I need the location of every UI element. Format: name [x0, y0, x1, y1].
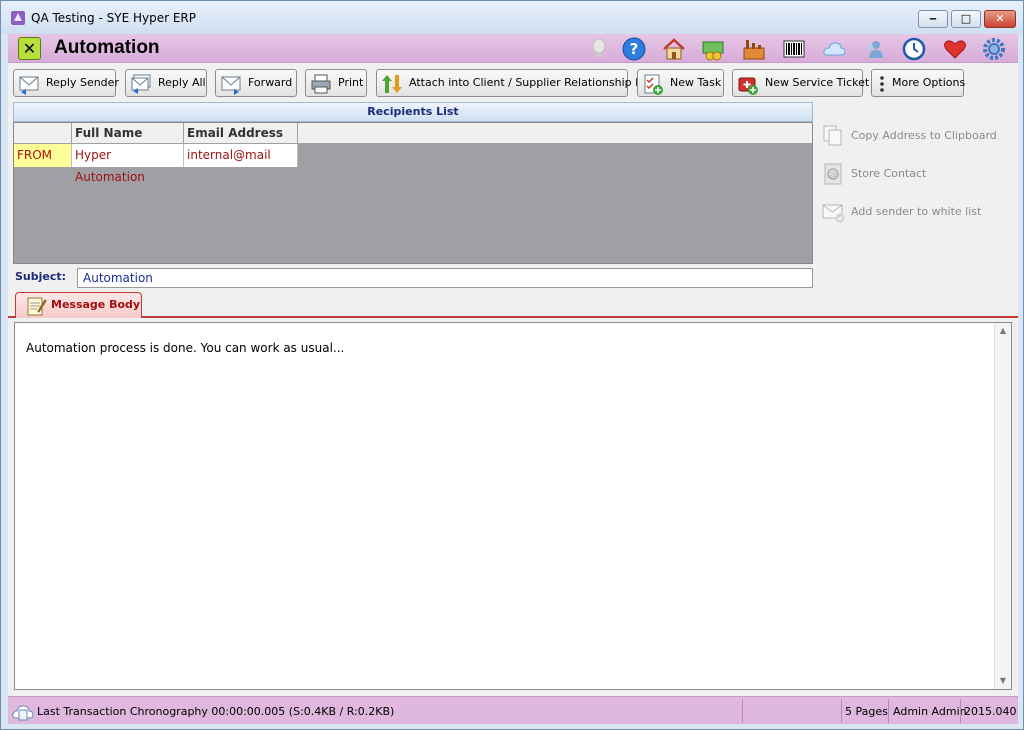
- status-separator: [888, 699, 889, 723]
- close-form-button[interactable]: ✕: [18, 37, 41, 60]
- help-icon[interactable]: ?: [621, 36, 647, 62]
- printer-icon: [311, 74, 331, 94]
- factory-icon[interactable]: [741, 36, 767, 62]
- more-options-label: More Options: [892, 76, 966, 89]
- window-title: QA Testing - SYE Hyper ERP: [31, 11, 196, 25]
- application-window: QA Testing - SYE Hyper ERP ‒ □ ✕ ✕ Autom…: [0, 0, 1024, 730]
- add-sender-whitelist-label: Add sender to white list: [851, 205, 982, 218]
- message-body-text: Automation process is done. You can work…: [26, 341, 345, 355]
- grid-header: Full Name Email Address: [14, 123, 812, 144]
- store-contact-button[interactable]: @ Store Contact: [822, 163, 1012, 185]
- copy-icon: [823, 125, 842, 146]
- lightbulb-icon[interactable]: [586, 36, 612, 62]
- status-chronography: Last Transaction Chronography 00:00:00.0…: [37, 705, 395, 718]
- clock-icon[interactable]: [901, 36, 927, 62]
- print-label: Print: [338, 76, 364, 89]
- reply-all-icon: [131, 74, 151, 94]
- new-service-ticket-button[interactable]: New Service Ticket: [732, 69, 869, 97]
- column-header-email-address[interactable]: Email Address: [184, 123, 298, 144]
- column-header-type[interactable]: [14, 123, 72, 144]
- envelope-check-icon: [822, 204, 845, 223]
- recipients-grid: Full Name Email Address FROM Hyper Autom…: [13, 122, 813, 264]
- heart-icon[interactable]: [942, 36, 968, 62]
- vertical-scrollbar[interactable]: ▲ ▼: [994, 323, 1011, 689]
- address-book-icon: @: [824, 163, 842, 185]
- maximize-icon: □: [960, 12, 972, 25]
- notepad-icon: [27, 297, 47, 316]
- copy-address-button[interactable]: Copy Address to Clipboard: [822, 125, 1012, 147]
- reply-sender-button[interactable]: Reply Sender: [13, 69, 119, 97]
- subject-label: Subject:: [15, 270, 67, 283]
- money-icon[interactable]: [700, 36, 726, 62]
- recipient-email-cell[interactable]: internal@mail: [184, 144, 298, 167]
- forward-envelope-icon: [221, 76, 241, 95]
- recipient-type-cell[interactable]: FROM: [14, 144, 72, 167]
- attach-label: Attach into Client / Supplier Relationsh…: [409, 76, 655, 89]
- cloud-document-icon: [12, 705, 34, 721]
- up-down-arrows-icon: [382, 75, 402, 93]
- form-header: ✕ Automation ?: [8, 34, 1018, 63]
- recipients-list-title: Recipients List: [13, 102, 813, 122]
- new-task-label: New Task: [670, 76, 722, 89]
- add-sender-whitelist-button[interactable]: Add sender to white list: [822, 201, 1012, 223]
- svg-text:?: ?: [630, 40, 639, 58]
- tab-message-body[interactable]: Message Body: [15, 292, 142, 318]
- users-icon[interactable]: [861, 36, 887, 62]
- toolbar: Reply Sender Reply All Forward Print Att…: [8, 68, 1018, 98]
- home-icon[interactable]: [661, 36, 687, 62]
- status-separator: [841, 699, 842, 723]
- subject-field[interactable]: Automation: [77, 268, 813, 288]
- client-area: ✕ Automation ? Reply Sender Reply All Fo…: [8, 34, 1018, 724]
- reply-all-label: Reply All: [158, 76, 206, 89]
- maximize-button[interactable]: □: [951, 10, 981, 28]
- title-bar[interactable]: QA Testing - SYE Hyper ERP ‒ □ ✕: [1, 1, 1023, 34]
- more-options-button[interactable]: More Options: [871, 69, 966, 97]
- close-icon: ✕: [995, 12, 1005, 25]
- reply-envelope-icon: [19, 76, 39, 95]
- attach-relationship-log-button[interactable]: Attach into Client / Supplier Relationsh…: [376, 69, 655, 97]
- status-separator: [742, 699, 743, 723]
- reply-all-button[interactable]: Reply All: [125, 69, 207, 97]
- copy-address-label: Copy Address to Clipboard: [851, 129, 997, 142]
- status-user: Admin Admin: [893, 705, 967, 718]
- message-body-area[interactable]: Automation process is done. You can work…: [14, 322, 1012, 690]
- form-title: Automation: [54, 37, 160, 58]
- cloud-icon[interactable]: [821, 36, 847, 62]
- tab-underline: [8, 316, 1018, 318]
- column-header-full-name[interactable]: Full Name: [72, 123, 184, 144]
- close-form-icon: ✕: [22, 39, 37, 58]
- store-contact-label: Store Contact: [851, 167, 927, 180]
- task-checklist-icon: [644, 74, 663, 95]
- app-icon: [11, 11, 25, 25]
- barcode-icon[interactable]: [781, 36, 807, 62]
- close-window-button[interactable]: ✕: [984, 10, 1016, 28]
- scroll-down-icon[interactable]: ▼: [995, 673, 1011, 689]
- scroll-up-icon[interactable]: ▲: [995, 323, 1011, 339]
- status-bar: Last Transaction Chronography 00:00:00.0…: [8, 696, 1018, 724]
- tab-message-body-label: Message Body: [51, 298, 141, 311]
- status-pages: 5 Pages: [845, 705, 888, 718]
- status-version: 2015.040: [964, 705, 1017, 718]
- minimize-icon: ‒: [929, 12, 937, 25]
- first-aid-kit-icon: [738, 77, 758, 95]
- new-service-ticket-label: New Service Ticket: [765, 76, 870, 89]
- reply-sender-label: Reply Sender: [46, 76, 119, 89]
- forward-button[interactable]: Forward: [215, 69, 297, 97]
- minimize-button[interactable]: ‒: [918, 10, 948, 28]
- gear-icon[interactable]: [981, 36, 1007, 62]
- forward-label: Forward: [248, 76, 293, 89]
- svg-text:@: @: [829, 170, 837, 179]
- print-button[interactable]: Print: [305, 69, 367, 97]
- recipient-name-cell[interactable]: Hyper Automation: [72, 144, 184, 184]
- new-task-button[interactable]: New Task: [637, 69, 724, 97]
- status-separator: [960, 699, 961, 723]
